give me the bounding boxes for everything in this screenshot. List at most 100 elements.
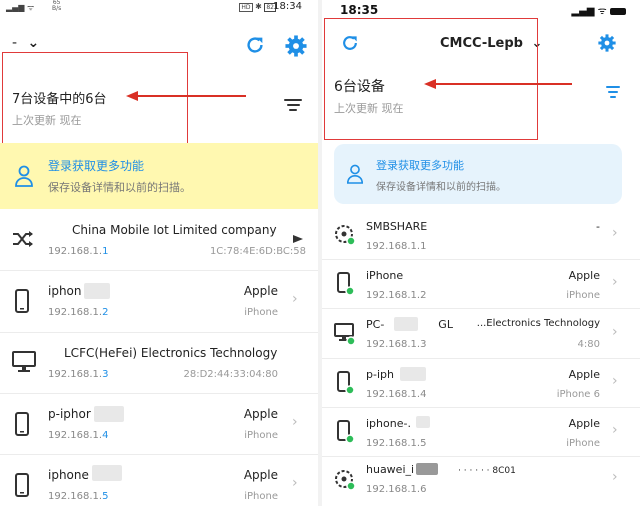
phone-icon: [15, 289, 29, 313]
device-row[interactable]: p-iphor 192.168.1.4 Apple iPhone ›: [0, 394, 318, 455]
device-ip: 192.168.1.3: [366, 339, 427, 350]
device-vendor: Apple: [243, 407, 278, 421]
device-row[interactable]: p-iph 192.168.1.4 Apple iPhone 6 ›: [322, 359, 640, 408]
router-icon: [335, 470, 356, 491]
chevron-right-icon: ›: [612, 274, 618, 290]
device-name: LCFC(HeFei) Electronics Technology: [64, 346, 278, 360]
redaction: [92, 465, 122, 481]
device-mac: 1C:78:4E:6D:BC:58: [209, 246, 306, 257]
network-selector[interactable]: - ⌄: [12, 35, 39, 51]
battery-icon: [610, 7, 626, 15]
redaction: [394, 317, 418, 331]
device-name: huawei_i ‧ ‧ ‧ ‧ ‧ ‧ 8C01: [366, 463, 516, 476]
wifi-icon: ᯤ: [597, 6, 607, 17]
redaction: [94, 406, 124, 422]
device-row[interactable]: iphone 192.168.1.5 Apple iPhone ›: [0, 455, 318, 506]
filter-icon[interactable]: [284, 99, 302, 114]
device-row[interactable]: LCFC(HeFei) Electronics Technology 192.1…: [0, 333, 318, 394]
android-screen: ▂▄▆ ᯤ 65 B/s HD ✱ 82 18:34 - ⌄ 7台设备中的6台 上…: [0, 0, 318, 506]
status-time: 18:34: [273, 1, 302, 12]
device-row[interactable]: SMBSHARE 192.168.1.1 - ›: [322, 210, 640, 260]
ios-screen: 18:35 ▂▄▆ ᯤ CMCC-Lepb ⌄ 6台设备 上次更新 现在 登录获…: [322, 0, 640, 506]
device-ip: 192.168.1.4: [366, 389, 427, 400]
device-row[interactable]: PC- GL 192.168.1.3 ...Electronics Technol…: [322, 309, 640, 359]
shuffle-icon: [13, 231, 33, 247]
device-type: iPhone: [566, 438, 600, 449]
person-icon: [15, 165, 33, 187]
device-name: iphone: [48, 468, 89, 482]
device-name: iphon: [48, 284, 82, 298]
monitor-icon: [12, 351, 36, 372]
annotation-arrowhead: [126, 91, 138, 101]
device-vendor: Apple: [568, 368, 600, 381]
redaction: [400, 367, 426, 381]
gear-icon[interactable]: [598, 34, 616, 52]
device-type: iPhone: [244, 491, 278, 502]
device-row[interactable]: China Mobile Iot Limited company 192.168…: [0, 210, 318, 271]
bluetooth-icon: ✱: [255, 2, 262, 11]
device-type: iPhone: [244, 307, 278, 318]
person-icon: [346, 164, 364, 184]
device-type: iPhone: [244, 430, 278, 441]
device-name: p-iph: [366, 368, 394, 381]
chevron-right-icon: ›: [292, 414, 298, 430]
device-vendor: ...Electronics Technology: [476, 318, 600, 329]
device-row[interactable]: iPhone 192.168.1.2 Apple iPhone ›: [322, 260, 640, 309]
phone-icon: [337, 420, 355, 444]
redaction: [416, 416, 430, 428]
device-name: p-iphor: [48, 407, 91, 421]
status-bar: 18:35 ▂▄▆ ᯤ: [322, 0, 640, 20]
network-name: -: [12, 35, 18, 51]
phone-icon: [15, 473, 29, 497]
device-name: China Mobile Iot Limited company: [72, 223, 277, 237]
phone-icon: [337, 371, 355, 395]
device-row[interactable]: iphon 192.168.1.2 Apple iPhone ›: [0, 271, 318, 333]
chevron-down-icon: ⌄: [27, 35, 40, 51]
banner-subtitle: 保存设备详情和以前的扫描。: [48, 181, 191, 194]
device-ip: 192.168.1.3: [48, 369, 109, 380]
device-vendor: Apple: [243, 284, 278, 298]
device-ip: 192.168.1.5: [48, 491, 109, 502]
device-type: iPhone: [566, 290, 600, 301]
net-speed: 65 B/s: [52, 0, 62, 12]
banner-subtitle: 保存设备详情和以前的扫描。: [376, 182, 506, 193]
annotation-arrowhead: [424, 79, 436, 89]
chevron-right-icon: ›: [612, 373, 618, 389]
signal-icon: ▂▄▆ ᯤ: [6, 3, 35, 12]
router-icon: [335, 225, 356, 246]
annotation-arrow: [136, 95, 246, 97]
annotation-box: [2, 52, 188, 146]
login-banner[interactable]: 登录获取更多功能 保存设备详情和以前的扫描。: [0, 143, 318, 209]
device-vendor: Apple: [243, 468, 278, 482]
chevron-right-icon: ›: [612, 469, 618, 485]
redaction: [84, 283, 110, 299]
banner-title: 登录获取更多功能: [376, 159, 464, 172]
gear-icon[interactable]: [285, 35, 307, 57]
device-mac: 28:D2:44:33:04:80: [183, 369, 278, 380]
filter-icon[interactable]: [606, 86, 620, 101]
redaction: [416, 463, 438, 475]
banner-title: 登录获取更多功能: [48, 159, 145, 173]
refresh-icon[interactable]: [244, 34, 266, 56]
device-ip: 192.168.1.5: [366, 438, 427, 449]
phone-icon: [337, 272, 355, 296]
device-vendor: Apple: [568, 269, 600, 282]
chevron-right-icon: ›: [292, 291, 298, 307]
device-ip: 192.168.1.2: [366, 290, 427, 301]
hd-badge: HD: [239, 3, 253, 12]
device-ip: 192.168.1.6: [366, 484, 427, 495]
chevron-right-icon: ›: [612, 225, 618, 241]
device-name: iPhone: [366, 269, 404, 282]
device-vendor: -: [596, 220, 600, 233]
device-row[interactable]: huawei_i ‧ ‧ ‧ ‧ ‧ ‧ 8C01 192.168.1.6 ›: [322, 457, 640, 506]
phone-icon: [15, 412, 29, 436]
monitor-icon: [334, 323, 356, 346]
device-row[interactable]: iphone-. 192.168.1.5 Apple iPhone ›: [322, 408, 640, 457]
status-bar: ▂▄▆ ᯤ 65 B/s HD ✱ 82 18:34: [0, 0, 318, 16]
flag-icon: [293, 235, 303, 243]
device-name: iphone-.: [366, 417, 411, 430]
chevron-right-icon: ›: [612, 422, 618, 438]
chevron-right-icon: ›: [612, 324, 618, 340]
login-banner[interactable]: 登录获取更多功能 保存设备详情和以前的扫描。: [334, 144, 622, 204]
device-vendor: Apple: [568, 417, 600, 430]
